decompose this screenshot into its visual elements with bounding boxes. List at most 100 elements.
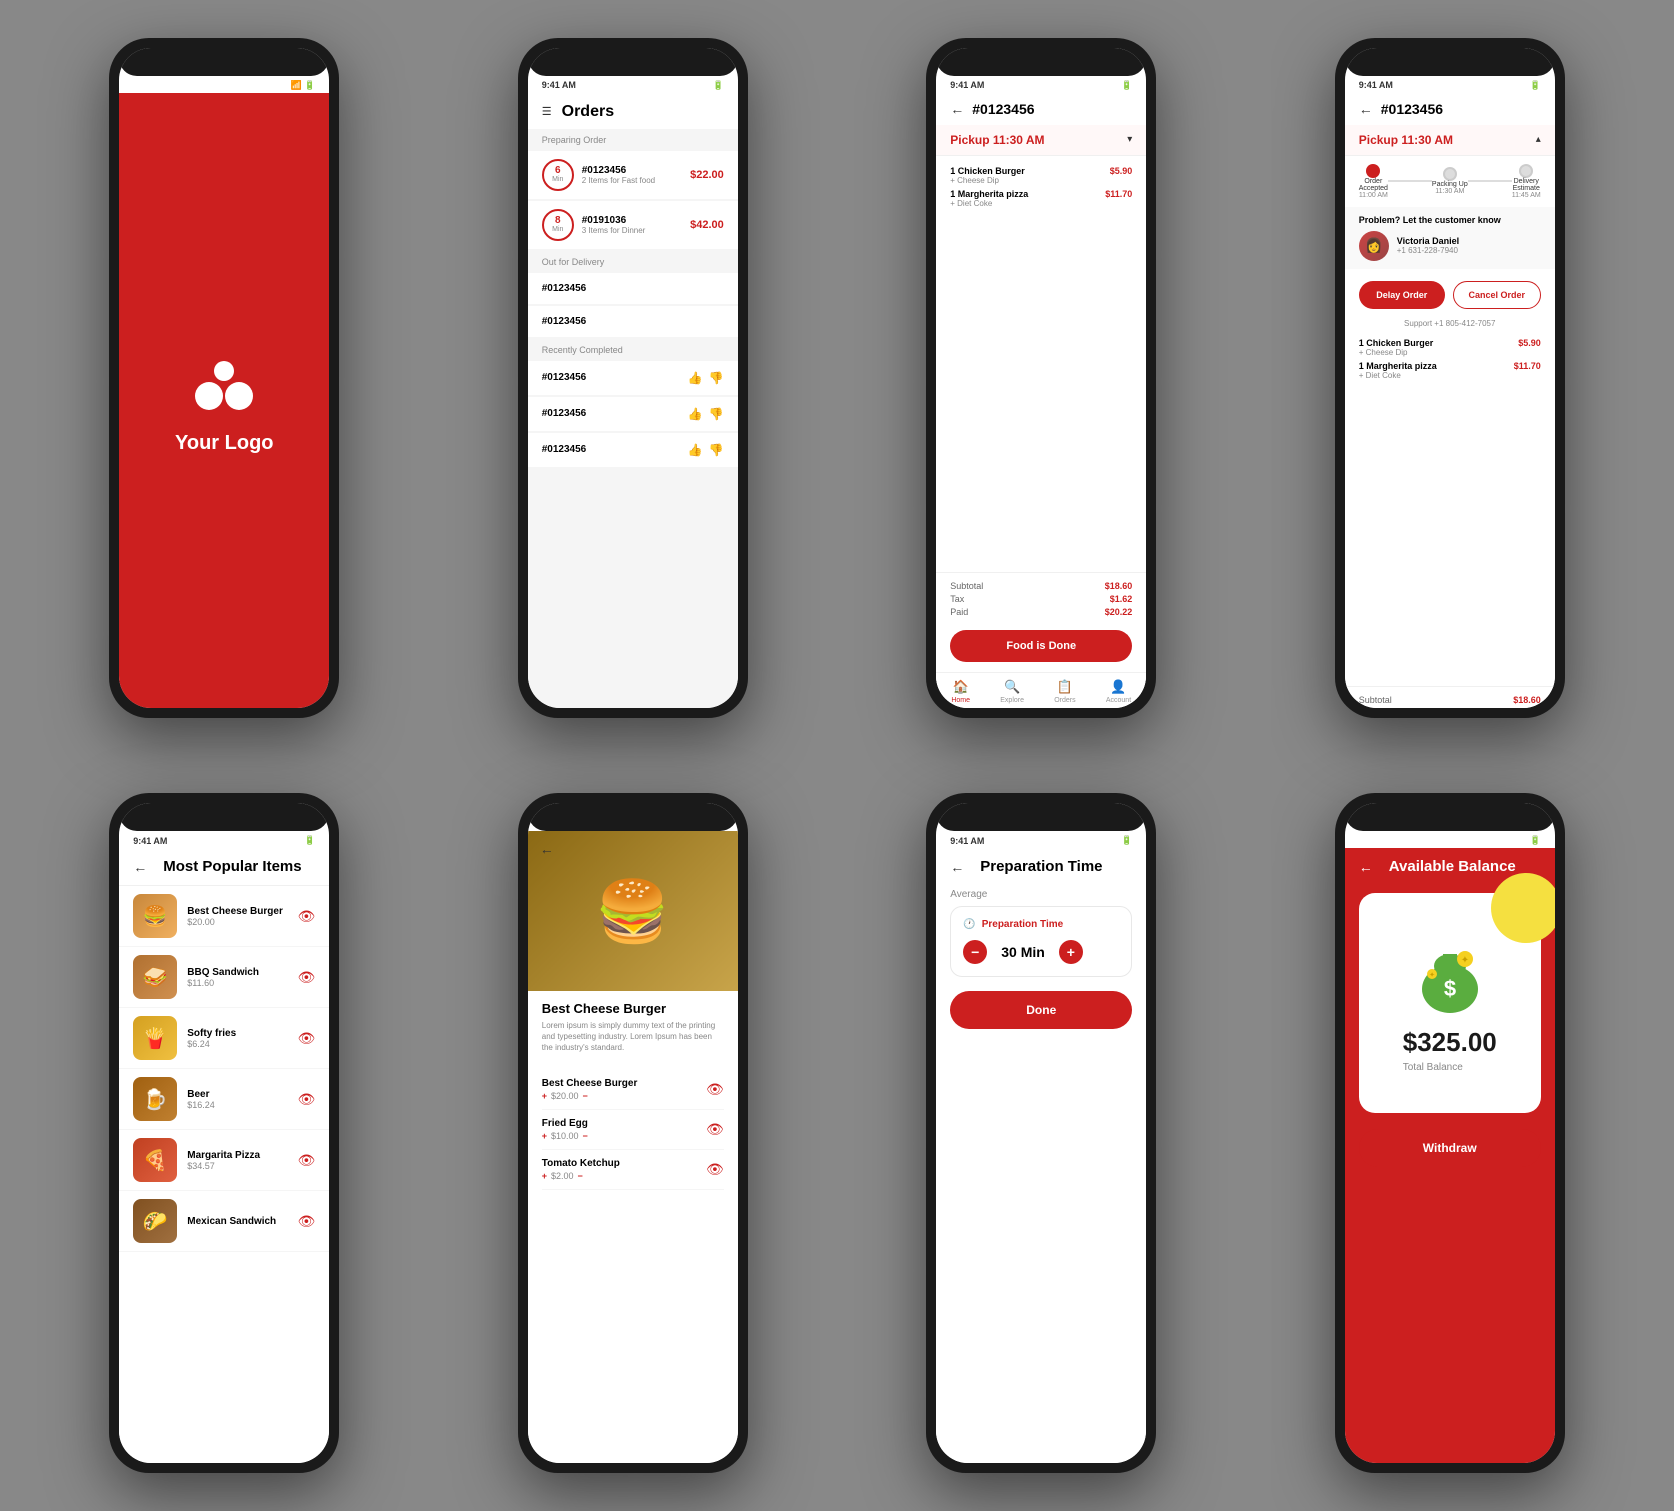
balance-content: $ ✦ ✦ $325.00 Total Balance (1403, 934, 1497, 1073)
pickup-bar-4[interactable]: Pickup 11:30 AM ▴ (1345, 125, 1555, 156)
completed-order-1[interactable]: #0123456 👍 👎 (528, 361, 738, 395)
nav-home[interactable]: 🏠 Home (951, 679, 970, 704)
eye-icon-4[interactable]: 👁 (297, 1091, 315, 1108)
customize-item-3: Tomato Ketchup + $2.00 − 👁 (542, 1150, 724, 1190)
status-bar-8: 9:41 AM 🔋 (1345, 831, 1555, 848)
prep-screen: ← Preparation Time Average 🕐 Preparation… (936, 848, 1146, 1463)
status-time-3: 9:41 AM (950, 80, 984, 90)
list-item[interactable]: 🌮 Mexican Sandwich 👁 (119, 1191, 329, 1252)
prep-average-label: Average (950, 889, 1132, 900)
order-sub-1: 2 Items for Fast food (582, 176, 682, 185)
divider-3 (936, 572, 1146, 573)
timer-num-1: 6 (555, 166, 561, 176)
notch-2 (528, 48, 738, 76)
fries-info: Softy fries $6.24 (187, 1028, 287, 1049)
order-item-2[interactable]: 8 Min #0191036 3 Items for Dinner $42.00 (528, 201, 738, 249)
eye-icon-3[interactable]: 👁 (297, 1030, 315, 1047)
signal-icons-5: 🔋 (304, 835, 315, 846)
minus-sign-1[interactable]: − (583, 1091, 588, 1101)
thumb-up-icon-2[interactable]: 👍 (688, 407, 703, 421)
thumb-down-icon-2[interactable]: 👎 (709, 407, 724, 421)
order-item-1[interactable]: 6 Min #0123456 2 Items for Fast food $22… (528, 151, 738, 199)
plus-stepper-button[interactable]: + (1059, 940, 1083, 964)
status-time-2: 9:41 AM (542, 80, 576, 90)
status-detail-items: 1 Chicken Burger + Cheese Dip $5.90 1 Ma… (1345, 334, 1555, 678)
orders-title: Orders (562, 103, 614, 121)
thumb-up-icon-3[interactable]: 👍 (688, 443, 703, 457)
nav-account[interactable]: 👤 Account (1106, 679, 1131, 704)
detail-item-row-1: 1 Chicken Burger + Cheese Dip $5.90 (950, 166, 1132, 185)
list-item[interactable]: 🍺 Beer $16.24 👁 (119, 1069, 329, 1130)
eye-icon-2[interactable]: 👁 (297, 969, 315, 986)
order-price-1: $22.00 (690, 169, 724, 181)
completed-label: Recently Completed (528, 339, 738, 359)
tl-label-2: Packing Up (1432, 181, 1468, 188)
back-arrow-7[interactable]: ← (950, 859, 964, 875)
delivery-order-1[interactable]: #0123456 (528, 273, 738, 304)
eye-icon-1[interactable]: 👁 (297, 908, 315, 925)
list-item[interactable]: 🥪 BBQ Sandwich $11.60 👁 (119, 947, 329, 1008)
fries-price: $6.24 (187, 1039, 287, 1049)
customize-section: Best Cheese Burger + $20.00 − 👁 Fried Eg… (528, 1064, 738, 1196)
eye-icon-6[interactable]: 👁 (297, 1213, 315, 1230)
withdraw-button[interactable]: Withdraw (1359, 1129, 1541, 1167)
plus-sign-3[interactable]: + (542, 1171, 547, 1181)
row-1: 9:41 AM ▐▐▐ 📶 🔋 Your Logo 9: (0, 0, 1674, 755)
pickup-bar-3[interactable]: Pickup 11:30 AM ▾ (936, 125, 1146, 156)
completed-order-3[interactable]: #0123456 👍 👎 (528, 433, 738, 467)
back-arrow-5[interactable]: ← (133, 859, 147, 875)
battery-icon-8: 🔋 (1530, 835, 1541, 846)
notch-3 (936, 48, 1146, 76)
status-item-row-1: 1 Chicken Burger + Cheese Dip $5.90 (1359, 338, 1541, 357)
minus-sign-2[interactable]: − (583, 1131, 588, 1141)
back-arrow-3[interactable]: ← (950, 101, 964, 117)
detail-item-add-2: + Diet Coke (950, 199, 1028, 208)
plus-sign-2[interactable]: + (542, 1131, 547, 1141)
phone-splash: 9:41 AM ▐▐▐ 📶 🔋 Your Logo (109, 38, 339, 718)
battery-icon-1: 🔋 (304, 80, 315, 91)
plus-sign-1[interactable]: + (542, 1091, 547, 1101)
minus-sign-3[interactable]: − (578, 1171, 583, 1181)
back-arrow-8[interactable]: ← (1359, 859, 1373, 875)
done-button[interactable]: Done (950, 991, 1132, 1029)
subtotal-row-4: Subtotal $18.60 (1359, 695, 1541, 705)
explore-icon: 🔍 (1004, 679, 1020, 695)
delay-order-button[interactable]: Delay Order (1359, 281, 1445, 309)
food-done-button[interactable]: Food is Done (950, 630, 1132, 662)
back-arrow-4[interactable]: ← (1359, 101, 1373, 117)
minus-stepper-button[interactable]: − (963, 940, 987, 964)
nav-orders[interactable]: 📋 Orders (1054, 679, 1075, 704)
list-item[interactable]: 🍕 Margarita Pizza $34.57 👁 (119, 1130, 329, 1191)
list-item[interactable]: 🍟 Softy fries $6.24 👁 (119, 1008, 329, 1069)
eye-icon-cust-1[interactable]: 👁 (706, 1081, 724, 1098)
tl-label-1: OrderAccepted (1359, 178, 1388, 192)
back-arrow-6[interactable]: ← (540, 841, 554, 857)
eye-icon-cust-3[interactable]: 👁 (706, 1161, 724, 1178)
orders-scroll: Preparing Order 6 Min #0123456 2 Items f… (528, 129, 738, 708)
pizza-info: Margarita Pizza $34.57 (187, 1150, 287, 1171)
thumb-up-icon-1[interactable]: 👍 (688, 371, 703, 385)
burger-info-section: Best Cheese Burger Lorem ipsum is simply… (528, 991, 738, 1064)
nav-home-label: Home (951, 697, 970, 704)
thumb-down-icon-3[interactable]: 👎 (709, 443, 724, 457)
subtotal-label-4: Subtotal (1359, 695, 1392, 705)
hamburger-menu-icon[interactable]: ☰ (542, 105, 552, 118)
pizza-price: $34.57 (187, 1161, 287, 1171)
prep-box: 🕐 Preparation Time − 30 Min + (950, 906, 1132, 977)
customer-info: Victoria Daniel +1 631-228-7940 (1397, 236, 1459, 255)
burger-img: 🍔 (133, 894, 177, 938)
status-time-4: 9:41 AM (1359, 80, 1393, 90)
delivery-id-1: #0123456 (542, 283, 724, 294)
status-time-5: 9:41 AM (133, 836, 167, 846)
list-item[interactable]: 🍔 Best Cheese Burger $20.00 👁 (119, 886, 329, 947)
delivery-order-2[interactable]: #0123456 (528, 306, 738, 337)
status-header: ← #0123456 (1345, 93, 1555, 125)
svg-text:✦: ✦ (1429, 971, 1435, 979)
eye-icon-5[interactable]: 👁 (297, 1152, 315, 1169)
cancel-order-button[interactable]: Cancel Order (1453, 281, 1541, 309)
eye-icon-cust-2[interactable]: 👁 (706, 1121, 724, 1138)
completed-order-2[interactable]: #0123456 👍 👎 (528, 397, 738, 431)
nav-explore[interactable]: 🔍 Explore (1000, 679, 1024, 704)
thumb-down-icon-1[interactable]: 👎 (709, 371, 724, 385)
detail-item-add-1: + Cheese Dip (950, 176, 1025, 185)
